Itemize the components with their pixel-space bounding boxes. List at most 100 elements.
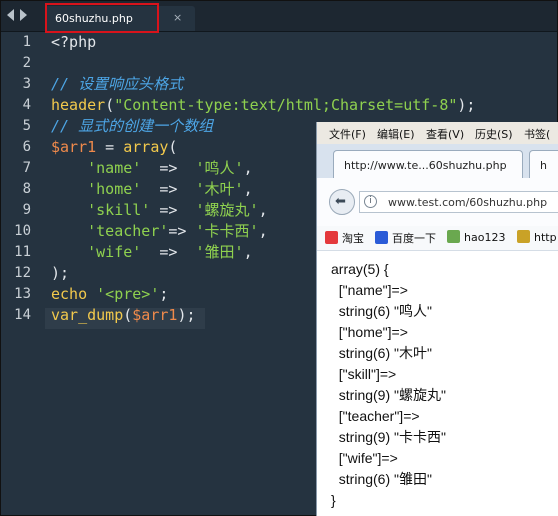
menu-history[interactable]: 历史(S) bbox=[475, 126, 513, 142]
code-line[interactable]: <?php bbox=[51, 32, 96, 53]
back-arrow-icon: ⬅ bbox=[335, 194, 346, 209]
menu-bookmarks[interactable]: 书签( bbox=[524, 126, 550, 142]
code-token: 'home' bbox=[51, 180, 142, 198]
code-line[interactable]: 'skill' => '螺旋丸', bbox=[51, 200, 268, 221]
browser-menu-bar: 文件(F) 编辑(E) 查看(V) 历史(S) 书签( bbox=[317, 122, 558, 144]
code-token: , bbox=[243, 180, 253, 198]
code-token: '<pre>' bbox=[96, 285, 160, 303]
code-token: '雏田' bbox=[195, 243, 244, 261]
url-field[interactable]: i www.test.com/60shuzhu.php bbox=[359, 191, 558, 213]
bookmark-taobao[interactable]: 淘宝 bbox=[325, 230, 364, 246]
output-line: string(6) "木叶" bbox=[331, 345, 432, 361]
output-line: string(6) "鸣人" bbox=[331, 303, 432, 319]
code-token: , bbox=[243, 243, 253, 261]
menu-view[interactable]: 查看(V) bbox=[426, 126, 464, 142]
code-line[interactable]: echo '<pre>'; bbox=[51, 284, 168, 305]
output-line: ["name"]=> bbox=[331, 282, 408, 298]
menu-edit[interactable]: 编辑(E) bbox=[377, 126, 415, 142]
bookmark-http[interactable]: http bbox=[517, 230, 557, 244]
code-token: , bbox=[258, 201, 268, 219]
line-number: 3 bbox=[22, 76, 31, 92]
code-token: // 设置响应头格式 bbox=[51, 75, 184, 93]
output-line: array(5) { bbox=[331, 261, 389, 277]
code-line[interactable]: 'teacher'=> '卡卡西', bbox=[51, 221, 268, 242]
code-token: => bbox=[141, 180, 196, 198]
navigation-bar: ⬅ i www.test.com/60shuzhu.php bbox=[317, 178, 558, 227]
browser-tab-active[interactable]: http://www.te...60shuzhu.php bbox=[333, 150, 523, 178]
line-number: 1 bbox=[22, 34, 31, 50]
browser-tab-title: http://www.te...60shuzhu.php bbox=[344, 159, 507, 172]
code-token: '螺旋丸' bbox=[195, 201, 259, 219]
code-token: '木叶' bbox=[195, 180, 244, 198]
code-line[interactable]: ); bbox=[51, 263, 69, 284]
output-line: ["teacher"]=> bbox=[331, 408, 420, 424]
code-token: => bbox=[141, 159, 196, 177]
code-token: <?php bbox=[51, 33, 97, 51]
code-token: echo bbox=[51, 285, 88, 303]
close-tab-icon[interactable]: × bbox=[173, 11, 182, 24]
line-number: 13 bbox=[14, 286, 31, 302]
code-token: array bbox=[123, 138, 169, 156]
code-token: , bbox=[258, 222, 268, 240]
output-line: ["skill"]=> bbox=[331, 366, 397, 382]
code-token: ); bbox=[177, 306, 196, 324]
info-icon[interactable]: i bbox=[364, 195, 377, 208]
tab-scroll-right-icon[interactable] bbox=[20, 9, 27, 21]
tab-scroll-left-icon[interactable] bbox=[7, 9, 14, 21]
browser-tab-2[interactable]: h bbox=[529, 150, 558, 178]
code-line[interactable]: // 设置响应头格式 bbox=[51, 74, 183, 95]
code-line[interactable]: header("Content-type:text/html;Charset=u… bbox=[51, 95, 475, 116]
back-button[interactable]: ⬅ bbox=[329, 189, 355, 215]
line-number: 11 bbox=[14, 244, 31, 260]
line-number: 2 bbox=[22, 55, 31, 71]
code-token: ( bbox=[168, 138, 178, 156]
bookmark-baidu[interactable]: 百度一下 bbox=[375, 230, 436, 246]
bookmark-hao123[interactable]: hao123 bbox=[447, 230, 505, 244]
code-token: ); bbox=[457, 96, 476, 114]
code-token: "Content-type:text/html;Charset=utf-8" bbox=[114, 96, 458, 114]
browser-window: 文件(F) 编辑(E) 查看(V) 历史(S) 书签( http://www.t… bbox=[316, 122, 558, 516]
code-line[interactable]: 'name' => '鸣人', bbox=[51, 158, 253, 179]
browser-tab-bar: http://www.te...60shuzhu.php h bbox=[317, 144, 558, 178]
line-number: 14 bbox=[14, 307, 31, 323]
code-token: 'name' bbox=[51, 159, 142, 177]
line-number: 8 bbox=[22, 181, 31, 197]
hao123-icon bbox=[447, 230, 460, 243]
code-token: $arr1 bbox=[51, 138, 97, 156]
code-token: var_dump bbox=[51, 306, 124, 324]
code-token: = bbox=[96, 138, 124, 156]
code-token: , bbox=[243, 159, 253, 177]
code-token: ( bbox=[105, 96, 115, 114]
taobao-icon bbox=[325, 231, 338, 244]
editor-tab-bar: 60shuzhu.php × bbox=[1, 1, 557, 33]
code-token: // 显式的创建一个数组 bbox=[51, 117, 214, 135]
code-line[interactable]: 'wife' => '雏田', bbox=[51, 242, 253, 263]
code-line[interactable]: // 显式的创建一个数组 bbox=[51, 116, 213, 137]
output-line: string(9) "卡卡西" bbox=[331, 429, 446, 445]
bookmark-icon bbox=[517, 230, 530, 243]
code-line[interactable]: 'home' => '木叶', bbox=[51, 179, 253, 200]
code-token: ); bbox=[51, 264, 70, 282]
output-line: string(6) "雏田" bbox=[331, 471, 432, 487]
code-token: 'wife' bbox=[51, 243, 142, 261]
line-number: 9 bbox=[22, 202, 31, 218]
line-number: 12 bbox=[14, 265, 31, 281]
output-line: ["wife"]=> bbox=[331, 450, 398, 466]
line-number: 4 bbox=[22, 97, 31, 113]
code-token: => bbox=[168, 222, 196, 240]
code-token: $arr1 bbox=[132, 306, 178, 324]
code-token: 'teacher' bbox=[51, 222, 169, 240]
line-number: 7 bbox=[22, 160, 31, 176]
code-line[interactable]: $arr1 = array( bbox=[51, 137, 177, 158]
tab-highlight-box bbox=[45, 3, 159, 33]
code-token: header bbox=[51, 96, 106, 114]
code-token: => bbox=[141, 243, 196, 261]
code-line[interactable]: var_dump($arr1); bbox=[51, 305, 196, 326]
baidu-paw-icon bbox=[375, 231, 388, 244]
code-token: 'skill' bbox=[51, 201, 151, 219]
output-line: ["home"]=> bbox=[331, 324, 408, 340]
var-dump-output: array(5) { ["name"]=> string(6) "鸣人" ["h… bbox=[331, 259, 446, 511]
code-token: ( bbox=[123, 306, 133, 324]
menu-file[interactable]: 文件(F) bbox=[329, 126, 366, 142]
